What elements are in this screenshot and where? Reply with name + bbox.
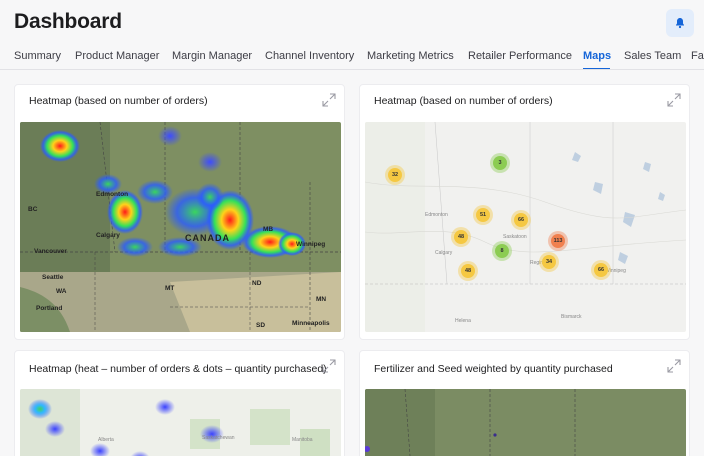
- map-label-seattle: Seattle: [42, 274, 64, 281]
- map-label-calgary: Calgary: [435, 250, 453, 256]
- expand-icon[interactable]: [666, 92, 682, 108]
- map-label-helena: Helena: [455, 318, 471, 324]
- map-label-sd: SD: [256, 322, 266, 329]
- bell-icon: [676, 18, 684, 29]
- dashboard-page: Dashboard Summary Product Manager Margin…: [0, 0, 704, 456]
- fertilizer-seed-card: Fertilizer and Seed weighted by quantity…: [359, 350, 690, 456]
- cluster-marker[interactable]: 3: [493, 156, 507, 170]
- map-canvas: [365, 389, 686, 456]
- map-label-alberta: Alberta: [98, 437, 114, 443]
- cluster-marker[interactable]: 113: [551, 234, 565, 248]
- cluster-marker[interactable]: 48: [454, 230, 468, 244]
- cluster-marker[interactable]: 51: [476, 208, 490, 222]
- heatmap-quantity-map[interactable]: Alberta Saskatchewan Manitoba: [20, 389, 341, 456]
- tab-product-manager[interactable]: Product Manager: [75, 50, 159, 62]
- tab-summary[interactable]: Summary: [14, 50, 61, 62]
- header: Dashboard: [0, 0, 704, 44]
- map-label-mb: MB: [263, 226, 274, 233]
- expand-icon[interactable]: [666, 358, 682, 374]
- map-label-manitoba: Manitoba: [292, 437, 313, 443]
- map-label-minneapolis: Minneapolis: [292, 320, 330, 327]
- tab-retailer-performance[interactable]: Retailer Performance: [468, 50, 572, 62]
- card-title: Heatmap (based on number of orders): [29, 95, 208, 107]
- tab-sales-team[interactable]: Sales Team: [624, 50, 681, 62]
- cluster-orders-card: Heatmap (based on number of orders) Edmo…: [359, 84, 690, 340]
- cluster-marker[interactable]: 34: [542, 255, 556, 269]
- map-canvas: [365, 122, 686, 332]
- tab-far[interactable]: Far: [691, 50, 704, 62]
- map-canvas: [20, 389, 341, 456]
- fertilizer-seed-map[interactable]: [365, 389, 686, 456]
- page-title: Dashboard: [14, 10, 122, 33]
- map-label-portland: Portland: [36, 305, 63, 312]
- cluster-marker[interactable]: 32: [388, 168, 402, 182]
- notifications-button[interactable]: [666, 9, 694, 37]
- card-title: Heatmap (based on number of orders): [374, 95, 553, 107]
- heatmap-orders-quantity-card: Heatmap (heat – number of orders & dots …: [14, 350, 345, 456]
- map-label-winnipeg: Winnipeg: [605, 268, 626, 274]
- expand-icon[interactable]: [321, 358, 337, 374]
- card-title: Fertilizer and Seed weighted by quantity…: [374, 363, 613, 375]
- map-label-vancouver: Vancouver: [34, 248, 67, 255]
- map-label-saskatoon: Saskatoon: [503, 234, 527, 240]
- map-label-mt: MT: [165, 285, 175, 292]
- cluster-marker[interactable]: 66: [594, 263, 608, 277]
- cluster-marker[interactable]: 66: [514, 213, 528, 227]
- heatmap-orders-card: Heatmap (based on number of orders) BC E…: [14, 84, 345, 340]
- map-label-edmonton: Edmonton: [96, 191, 129, 198]
- expand-icon[interactable]: [321, 92, 337, 108]
- map-label-bc: BC: [28, 206, 38, 213]
- map-label-nd: ND: [252, 280, 262, 287]
- cluster-marker[interactable]: 8: [495, 244, 509, 258]
- map-label-winnipeg: Winnipeg: [296, 241, 326, 248]
- map-label-canada: CANADA: [185, 233, 230, 243]
- tab-margin-manager[interactable]: Margin Manager: [172, 50, 252, 62]
- cluster-marker[interactable]: 48: [461, 264, 475, 278]
- map-label-bismarck: Bismarck: [561, 314, 582, 320]
- map-label-edmonton: Edmonton: [425, 212, 448, 218]
- map-label-mn: MN: [316, 296, 327, 303]
- tab-marketing-metrics[interactable]: Marketing Metrics: [367, 50, 454, 62]
- tab-bar: Summary Product Manager Margin Manager C…: [0, 44, 704, 70]
- card-title: Heatmap (heat – number of orders & dots …: [29, 363, 327, 375]
- tab-maps[interactable]: Maps: [583, 50, 611, 62]
- active-tab-indicator: [583, 68, 610, 69]
- map-label-saskatchewan: Saskatchewan: [202, 435, 235, 441]
- tab-channel-inventory[interactable]: Channel Inventory: [265, 50, 354, 62]
- map-label-calgary: Calgary: [96, 232, 120, 239]
- map-canvas: [20, 122, 341, 332]
- map-label-wa: WA: [56, 288, 67, 295]
- heatmap-map[interactable]: BC Edmonton Calgary Vancouver Seattle WA…: [20, 122, 341, 332]
- cluster-map[interactable]: Edmonton Calgary Saskatoon Regina Winnip…: [365, 122, 686, 332]
